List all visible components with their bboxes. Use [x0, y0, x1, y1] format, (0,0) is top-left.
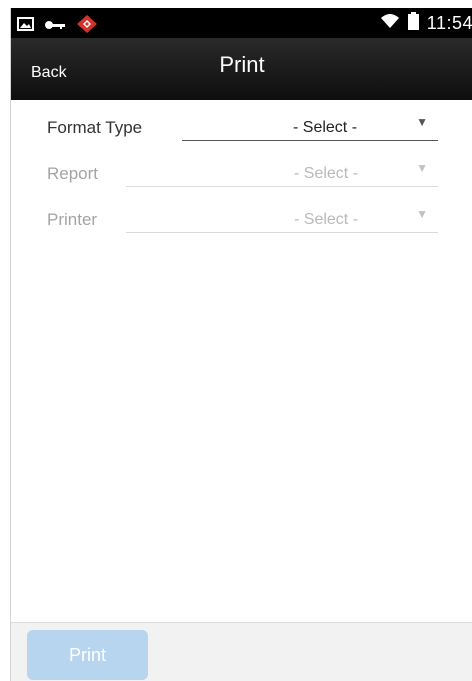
printer-label: Printer — [47, 210, 98, 229]
format-type-label: Format Type — [47, 118, 143, 137]
printer-select[interactable]: - Select - ▼ — [126, 204, 438, 233]
phone-screen: 11:54 Back Print Format Type - Select - … — [10, 8, 472, 681]
key-icon — [44, 18, 66, 36]
print-button[interactable]: Print — [27, 630, 148, 680]
wifi-icon — [380, 13, 400, 34]
title-bar: Back Print — [11, 38, 472, 100]
status-time: 11:54 — [426, 13, 472, 33]
footer-bar: Print — [11, 622, 472, 681]
format-type-value: - Select - — [293, 119, 358, 136]
chevron-down-icon: ▼ — [416, 115, 428, 129]
app-alert-icon — [76, 14, 98, 39]
report-select[interactable]: - Select - ▼ — [126, 158, 438, 187]
printer-value: - Select - — [294, 211, 359, 228]
battery-icon — [407, 12, 419, 35]
report-value: - Select - — [294, 165, 359, 182]
picture-icon — [17, 17, 34, 36]
report-row: Report - Select - ▼ — [11, 150, 472, 187]
page-title: Print — [219, 52, 265, 77]
chevron-down-icon: ▼ — [416, 161, 428, 175]
report-label: Report — [47, 164, 99, 183]
chevron-down-icon: ▼ — [416, 207, 428, 221]
status-bar: 11:54 — [11, 8, 472, 38]
format-type-row: Format Type - Select - ▼ — [11, 104, 472, 141]
printer-row: Printer - Select - ▼ — [11, 196, 472, 233]
format-type-select[interactable]: - Select - ▼ — [182, 112, 438, 141]
